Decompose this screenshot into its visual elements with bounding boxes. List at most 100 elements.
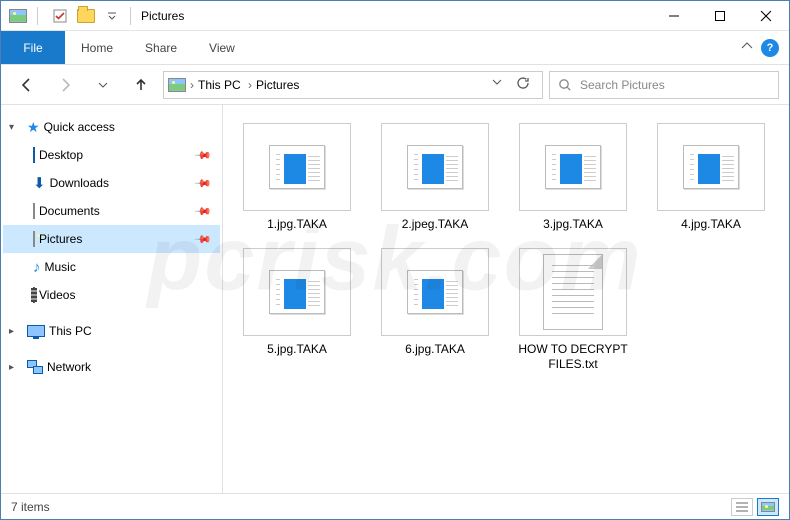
view-thumbnails-button[interactable] (757, 498, 779, 516)
file-item[interactable]: 3.jpg.TAKA (513, 123, 633, 232)
file-item[interactable]: HOW TO DECRYPT FILES.txt (513, 248, 633, 372)
separator (130, 7, 131, 25)
pin-icon: 📌 (194, 146, 213, 165)
tab-share[interactable]: Share (129, 31, 193, 64)
taka-file-icon (683, 145, 739, 189)
sidebar-item-label: Desktop (39, 148, 83, 162)
sidebar-item-downloads[interactable]: ⬇Downloads📌 (3, 169, 220, 197)
qat-folder-icon[interactable] (74, 5, 98, 27)
status-count: 7 items (11, 500, 50, 514)
music-icon: ♪ (33, 259, 41, 276)
status-bar: 7 items (1, 493, 789, 519)
chevron-right-icon[interactable]: › (248, 78, 252, 92)
close-button[interactable] (743, 1, 789, 31)
app-icon (9, 9, 27, 23)
file-name: 3.jpg.TAKA (543, 217, 603, 232)
quick-access-toolbar (48, 5, 124, 27)
file-item[interactable]: 5.jpg.TAKA (237, 248, 357, 372)
address-dropdown-icon[interactable] (492, 76, 502, 93)
body: ▾ ★ Quick access Desktop📌⬇Downloads📌Docu… (1, 105, 789, 493)
pictures-icon (33, 232, 35, 246)
navigation-pane: ▾ ★ Quick access Desktop📌⬇Downloads📌Docu… (1, 105, 223, 493)
sidebar-item-label: Music (45, 260, 76, 274)
file-name: 4.jpg.TAKA (681, 217, 741, 232)
file-tab[interactable]: File (1, 31, 65, 64)
sidebar-item-label: Documents (39, 204, 100, 218)
sidebar-item-label: Downloads (50, 176, 109, 190)
recent-locations-button[interactable] (87, 71, 119, 99)
qat-checkbox-icon[interactable] (48, 5, 72, 27)
ribbon-expand-icon[interactable] (741, 40, 753, 55)
location-icon (168, 78, 186, 92)
navbar: › This PC › Pictures (1, 65, 789, 105)
search-box[interactable] (549, 71, 779, 99)
qat-dropdown-icon[interactable] (100, 5, 124, 27)
file-name: 6.jpg.TAKA (405, 342, 465, 357)
chevron-right-icon[interactable]: › (190, 78, 194, 92)
collapse-icon[interactable]: ▾ (9, 122, 23, 133)
tree-this-pc[interactable]: ▸ This PC (3, 317, 220, 345)
expand-icon[interactable]: ▸ (9, 362, 23, 373)
file-item[interactable]: 6.jpg.TAKA (375, 248, 495, 372)
help-icon[interactable]: ? (761, 39, 779, 57)
taka-file-icon (269, 145, 325, 189)
breadcrumb: Pictures (256, 78, 299, 92)
file-item[interactable]: 2.jpeg.TAKA (375, 123, 495, 232)
up-button[interactable] (125, 71, 157, 99)
maximize-button[interactable] (697, 1, 743, 31)
refresh-button[interactable] (516, 76, 530, 93)
file-name: HOW TO DECRYPT FILES.txt (513, 342, 633, 372)
search-input[interactable] (580, 78, 770, 92)
file-thumbnail (381, 248, 489, 336)
file-thumbnail (519, 248, 627, 336)
sidebar-item-videos[interactable]: Videos (3, 281, 220, 309)
sidebar-item-label: Pictures (39, 232, 82, 246)
taka-file-icon (407, 145, 463, 189)
documents-icon (33, 204, 35, 218)
pc-icon (27, 325, 45, 337)
content-pane[interactable]: 1.jpg.TAKA 2.jpeg.TAKA 3.jpg.TAKA 4.jpg.TAK… (223, 105, 789, 493)
forward-button[interactable] (49, 71, 81, 99)
star-icon: ★ (27, 119, 40, 136)
breadcrumb-label[interactable]: Pictures (256, 78, 299, 92)
text-file-icon (543, 254, 603, 330)
tree-quick-access[interactable]: ▾ ★ Quick access (3, 113, 220, 141)
taka-file-icon (407, 270, 463, 314)
pin-icon: 📌 (194, 202, 213, 221)
separator (37, 7, 38, 25)
tree-label: Network (47, 360, 91, 374)
pin-icon: 📌 (194, 230, 213, 249)
pin-icon: 📌 (194, 174, 213, 193)
desktop-icon (33, 148, 35, 162)
file-item[interactable]: 1.jpg.TAKA (237, 123, 357, 232)
tab-home[interactable]: Home (65, 31, 129, 64)
network-icon (27, 360, 43, 374)
sidebar-item-music[interactable]: ♪ Music (3, 253, 220, 281)
file-thumbnail (243, 123, 351, 211)
file-thumbnail (243, 248, 351, 336)
sidebar-item-desktop[interactable]: Desktop 📌 (3, 141, 220, 169)
window-title: Pictures (141, 9, 184, 23)
back-button[interactable] (11, 71, 43, 99)
file-item[interactable]: 4.jpg.TAKA (651, 123, 771, 232)
file-grid: 1.jpg.TAKA 2.jpeg.TAKA 3.jpg.TAKA 4.jpg.TAK… (237, 123, 775, 372)
expand-icon[interactable]: ▸ (9, 326, 23, 337)
taka-file-icon (545, 145, 601, 189)
ribbon: File Home Share View ? (1, 31, 789, 65)
search-icon (558, 78, 572, 92)
tree-label: This PC (49, 324, 92, 338)
breadcrumb: This PC › (198, 78, 252, 92)
file-thumbnail (381, 123, 489, 211)
titlebar: Pictures (1, 1, 789, 31)
taka-file-icon (269, 270, 325, 314)
tree-network[interactable]: ▸ Network (3, 353, 220, 381)
address-bar[interactable]: › This PC › Pictures (163, 71, 543, 99)
sidebar-item-documents[interactable]: Documents 📌 (3, 197, 220, 225)
view-details-button[interactable] (731, 498, 753, 516)
breadcrumb-label[interactable]: This PC (198, 78, 241, 92)
minimize-button[interactable] (651, 1, 697, 31)
sidebar-item-pictures[interactable]: Pictures 📌 (3, 225, 220, 253)
file-name: 2.jpeg.TAKA (402, 217, 468, 232)
file-thumbnail (519, 123, 627, 211)
tab-view[interactable]: View (193, 31, 251, 64)
